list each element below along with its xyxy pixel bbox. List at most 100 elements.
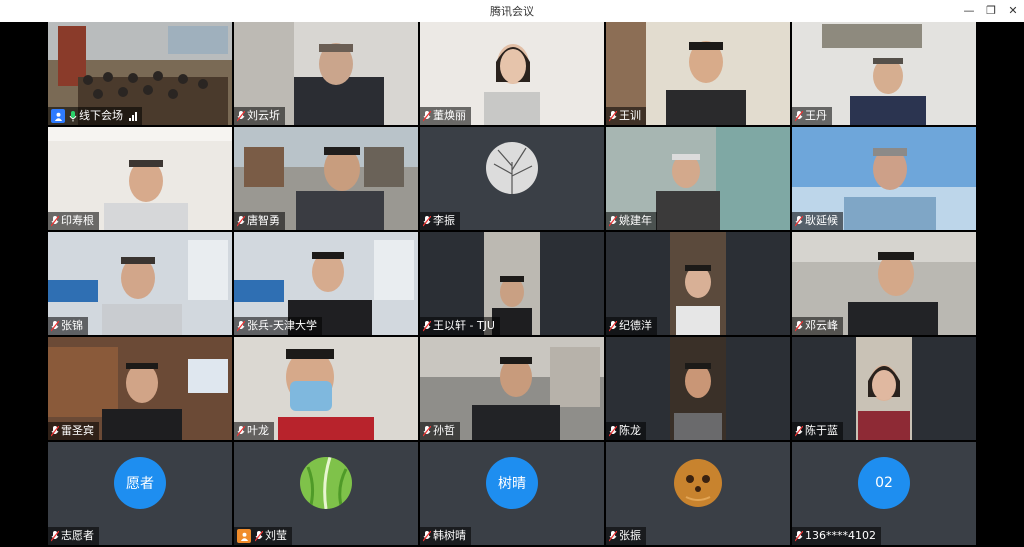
window-title: 腾讯会议 bbox=[490, 5, 534, 18]
mic-icon bbox=[51, 425, 59, 437]
profile-picture bbox=[486, 142, 538, 195]
mic-icon bbox=[795, 320, 803, 332]
participant-name: 姚建年 bbox=[619, 214, 652, 227]
text-avatar: 02 bbox=[858, 457, 910, 510]
participant-tile[interactable]: 张兵-天津大学 bbox=[234, 232, 418, 335]
mic-icon bbox=[423, 530, 431, 542]
participant-name: 王训 bbox=[619, 109, 641, 122]
participant-tile[interactable]: 耿延候 bbox=[792, 127, 976, 230]
profile-picture bbox=[300, 457, 352, 510]
participant-name: 陈于蓝 bbox=[805, 424, 838, 437]
participant-label: 孙哲 bbox=[420, 422, 460, 440]
participant-tile[interactable]: 王丹 bbox=[792, 22, 976, 125]
mic-icon bbox=[423, 320, 431, 332]
participant-tile[interactable]: 刘莹 bbox=[234, 442, 418, 545]
participant-label: 纪德洋 bbox=[606, 317, 657, 335]
restore-icon[interactable]: ❐ bbox=[980, 2, 1002, 20]
participant-label: 王以轩 - TJU bbox=[420, 317, 500, 335]
participant-name: 王以轩 - TJU bbox=[433, 319, 495, 332]
participant-name: 王丹 bbox=[805, 109, 827, 122]
participant-label: 陈龙 bbox=[606, 422, 646, 440]
participant-tile[interactable]: 02 136****4102 bbox=[792, 442, 976, 545]
minimize-icon[interactable]: — bbox=[958, 2, 980, 20]
participant-label: 耿延候 bbox=[792, 212, 843, 230]
participant-tile[interactable]: 纪德洋 bbox=[606, 232, 790, 335]
participant-tile[interactable]: 唐智勇 bbox=[234, 127, 418, 230]
participant-label: 韩树晴 bbox=[420, 527, 471, 545]
participant-tile[interactable]: 印寿根 bbox=[48, 127, 232, 230]
participant-name: 张兵-天津大学 bbox=[247, 319, 317, 332]
participant-grid: 线下会场 刘云圻 董焕丽 王训 王丹 印寿根 唐智勇 李振 姚建年 耿延候 张锦… bbox=[48, 22, 976, 547]
mic-icon bbox=[795, 530, 803, 542]
participant-tile[interactable]: 陈龙 bbox=[606, 337, 790, 440]
participant-tile[interactable]: 董焕丽 bbox=[420, 22, 604, 125]
participant-name: 陈龙 bbox=[619, 424, 641, 437]
participant-tile[interactable]: 邓云峰 bbox=[792, 232, 976, 335]
participant-label: 136****4102 bbox=[792, 527, 881, 545]
participant-label: 张兵-天津大学 bbox=[234, 317, 322, 335]
participant-tile[interactable]: 雷圣宾 bbox=[48, 337, 232, 440]
text-avatar: 愿者 bbox=[114, 457, 166, 510]
participant-label: 刘云圻 bbox=[234, 107, 285, 125]
mic-icon bbox=[609, 215, 617, 227]
mic-icon bbox=[423, 110, 431, 122]
mic-icon bbox=[609, 530, 617, 542]
mic-icon bbox=[609, 320, 617, 332]
participant-name: 孙哲 bbox=[433, 424, 455, 437]
participant-label: 雷圣宾 bbox=[48, 422, 99, 440]
participant-name: 刘云圻 bbox=[247, 109, 280, 122]
mic-icon bbox=[237, 110, 245, 122]
participant-name: 耿延候 bbox=[805, 214, 838, 227]
participant-label: 印寿根 bbox=[48, 212, 99, 230]
participant-label: 陈于蓝 bbox=[792, 422, 843, 440]
participant-name: 邓云峰 bbox=[805, 319, 838, 332]
participant-tile[interactable]: 张振 bbox=[606, 442, 790, 545]
participant-label: 唐智勇 bbox=[234, 212, 285, 230]
participant-name: 刘莹 bbox=[265, 529, 287, 542]
participant-tile[interactable]: 王训 bbox=[606, 22, 790, 125]
participant-label: 董焕丽 bbox=[420, 107, 471, 125]
participant-label: 张振 bbox=[606, 527, 646, 545]
mic-icon bbox=[51, 320, 59, 332]
participant-name: 雷圣宾 bbox=[61, 424, 94, 437]
participant-name: 叶龙 bbox=[247, 424, 269, 437]
host-icon bbox=[51, 109, 65, 123]
participant-tile[interactable]: 树晴 韩树晴 bbox=[420, 442, 604, 545]
participant-tile[interactable]: 张锦 bbox=[48, 232, 232, 335]
participant-label: 邓云峰 bbox=[792, 317, 843, 335]
participant-label: 叶龙 bbox=[234, 422, 274, 440]
participant-name: 张锦 bbox=[61, 319, 83, 332]
participant-tile[interactable]: 线下会场 bbox=[48, 22, 232, 125]
mic-icon bbox=[237, 215, 245, 227]
participant-tile[interactable]: 叶龙 bbox=[234, 337, 418, 440]
participant-name: 韩树晴 bbox=[433, 529, 466, 542]
mic-icon bbox=[795, 110, 803, 122]
mic-icon bbox=[423, 215, 431, 227]
mic-icon bbox=[255, 530, 263, 542]
participant-tile[interactable]: 陈于蓝 bbox=[792, 337, 976, 440]
mic-icon bbox=[609, 110, 617, 122]
participant-name: 董焕丽 bbox=[433, 109, 466, 122]
participant-label: 姚建年 bbox=[606, 212, 657, 230]
mic-active-icon bbox=[69, 110, 77, 122]
signal-icon bbox=[129, 111, 137, 121]
text-avatar: 树晴 bbox=[486, 457, 538, 510]
participant-label: 志愿者 bbox=[48, 527, 99, 545]
participant-name: 印寿根 bbox=[61, 214, 94, 227]
title-bar: 腾讯会议 — ❐ ✕ bbox=[0, 0, 1024, 22]
participant-tile[interactable]: 王以轩 - TJU bbox=[420, 232, 604, 335]
participant-name: 张振 bbox=[619, 529, 641, 542]
participant-name: 线下会场 bbox=[79, 109, 123, 122]
participant-name: 李振 bbox=[433, 214, 455, 227]
participant-tile[interactable]: 姚建年 bbox=[606, 127, 790, 230]
profile-picture bbox=[672, 457, 724, 510]
participant-tile[interactable]: 孙哲 bbox=[420, 337, 604, 440]
participant-label: 李振 bbox=[420, 212, 460, 230]
participant-tile[interactable]: 愿者 志愿者 bbox=[48, 442, 232, 545]
mic-icon bbox=[795, 215, 803, 227]
participant-label: 线下会场 bbox=[48, 107, 142, 125]
participant-tile[interactable]: 刘云圻 bbox=[234, 22, 418, 125]
participant-label: 王丹 bbox=[792, 107, 832, 125]
close-icon[interactable]: ✕ bbox=[1002, 2, 1024, 20]
participant-tile[interactable]: 李振 bbox=[420, 127, 604, 230]
